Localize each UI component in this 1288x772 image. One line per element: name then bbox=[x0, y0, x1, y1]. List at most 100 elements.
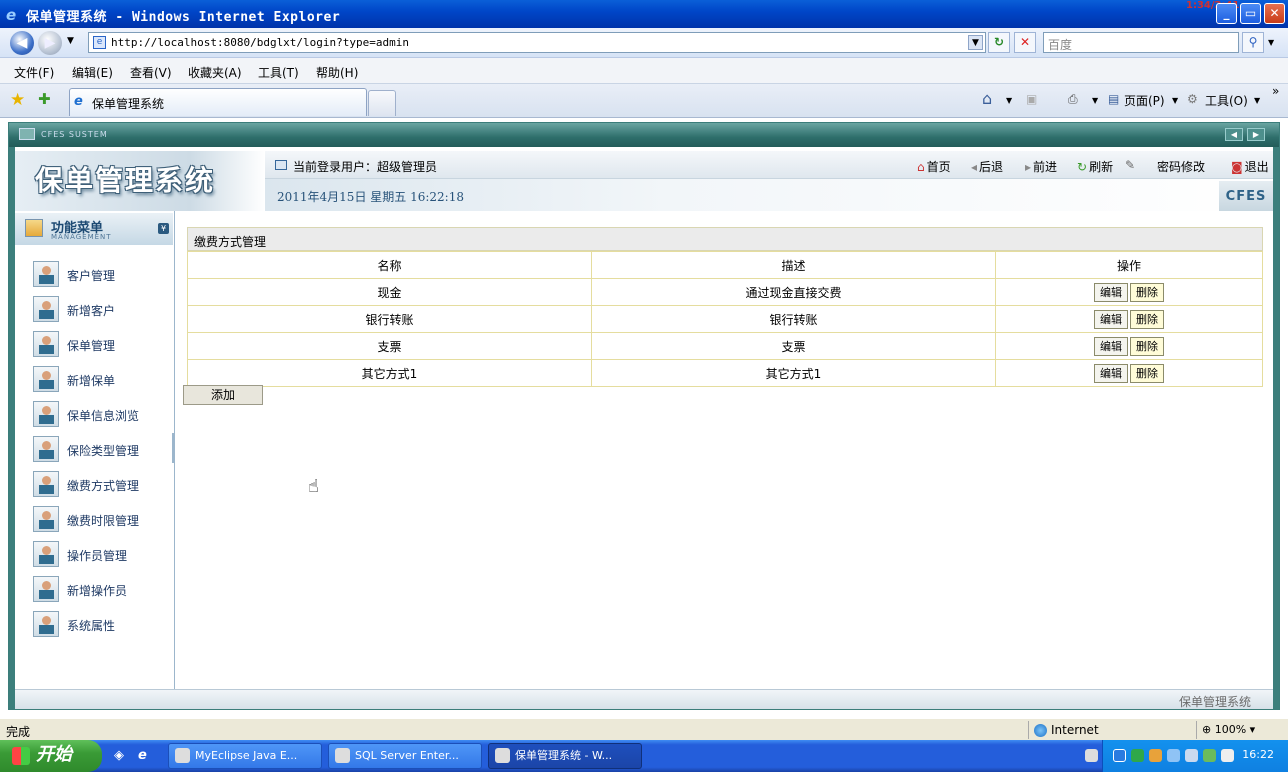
sidebar-item-policy-browse[interactable]: 保单信息浏览 bbox=[33, 401, 173, 429]
start-button[interactable]: 开始 bbox=[0, 740, 102, 772]
ie-window: e 保单管理系统 - Windows Internet Explorer 1:3… bbox=[0, 0, 1288, 772]
footer-text: 保单管理系统 bbox=[1178, 695, 1251, 709]
desktop-quicklaunch-icon[interactable]: ◈ bbox=[114, 748, 130, 764]
menu-box-icon bbox=[25, 219, 43, 237]
gear-icon: ⚙ bbox=[1187, 92, 1198, 106]
nav-home[interactable]: ⌂ 首页 bbox=[917, 158, 951, 175]
menu-edit[interactable]: 编辑(E) bbox=[72, 64, 113, 81]
add-button[interactable]: 添加 bbox=[183, 385, 263, 405]
arrow-right-icon[interactable]: ▶ bbox=[1247, 128, 1265, 141]
user-icon bbox=[33, 611, 59, 637]
address-text: http://localhost:8080/bdglxt/login?type=… bbox=[111, 36, 410, 49]
forward-button[interactable]: ▶ bbox=[38, 31, 62, 55]
nav-refresh[interactable]: ↻ 刷新 bbox=[1077, 158, 1113, 175]
sidebar-item-add-customer[interactable]: 新增客户 bbox=[33, 296, 173, 324]
tray-clock: 16:22 bbox=[1242, 748, 1274, 761]
tray-app-icon[interactable] bbox=[1131, 749, 1144, 762]
sidebar-splitter[interactable] bbox=[172, 433, 175, 463]
edit-button[interactable]: 编辑 bbox=[1094, 336, 1128, 356]
user-icon bbox=[33, 541, 59, 567]
delete-button[interactable]: 删除 bbox=[1130, 309, 1164, 329]
taskbar-item-ie[interactable]: 保单管理系统 - W... bbox=[488, 743, 642, 769]
close-button[interactable]: ✕ bbox=[1264, 3, 1285, 24]
refresh-icon[interactable]: ↻ bbox=[988, 32, 1010, 53]
home-icon[interactable]: ⌂ bbox=[982, 89, 992, 108]
delete-button[interactable]: 删除 bbox=[1130, 282, 1164, 302]
sidebar-item-payment-method[interactable]: 缴费方式管理 bbox=[33, 471, 173, 499]
chevron-left-icon[interactable] bbox=[1113, 749, 1126, 762]
taskbar-item-sqlserver[interactable]: SQL Server Enter... bbox=[328, 743, 482, 769]
address-bar[interactable]: e http://localhost:8080/bdglxt/login?typ… bbox=[88, 32, 986, 53]
address-dropdown-icon[interactable]: ▼ bbox=[968, 35, 983, 50]
logo-area: 保单管理系统 bbox=[15, 151, 265, 211]
nav-back[interactable]: ◂ 后退 bbox=[971, 158, 1003, 175]
menu-view[interactable]: 查看(V) bbox=[130, 64, 172, 81]
sidebar-item-customer-manage[interactable]: 客户管理 bbox=[33, 261, 173, 289]
chevron-more-icon[interactable]: » bbox=[1272, 84, 1279, 98]
page-menu-icon: ▤ bbox=[1108, 92, 1120, 106]
home-dropdown-icon[interactable]: ▼ bbox=[1006, 96, 1012, 105]
arrow-left-icon[interactable]: ◀ bbox=[1225, 128, 1243, 141]
back-button[interactable]: ◀ bbox=[10, 31, 34, 55]
delete-button[interactable]: 删除 bbox=[1130, 336, 1164, 356]
delete-button[interactable]: 删除 bbox=[1130, 363, 1164, 383]
tray-app-icon[interactable] bbox=[1203, 749, 1216, 762]
cell-description: 支票 bbox=[591, 332, 996, 360]
feeds-icon[interactable]: ▣ bbox=[1026, 92, 1037, 106]
nav-forward[interactable]: ▸ 前进 bbox=[1025, 158, 1057, 175]
edit-button[interactable]: 编辑 bbox=[1094, 309, 1128, 329]
edit-button[interactable]: 编辑 bbox=[1094, 363, 1128, 383]
menu-help[interactable]: 帮助(H) bbox=[316, 64, 358, 81]
tray-app-icon[interactable] bbox=[1149, 749, 1162, 762]
cell-actions: 编辑 删除 bbox=[995, 359, 1263, 387]
sidebar-item-insurance-type[interactable]: 保险类型管理 bbox=[33, 436, 173, 464]
zoom-level[interactable]: ⊕ 100% ▾ bbox=[1202, 723, 1255, 736]
ie-quicklaunch-icon[interactable]: e bbox=[138, 748, 154, 764]
print-icon[interactable]: ⎙ bbox=[1068, 92, 1078, 107]
tools-dropdown-icon[interactable]: ▼ bbox=[1254, 96, 1260, 105]
history-dropdown-icon[interactable]: ▼ bbox=[67, 36, 74, 46]
page-menu[interactable]: 页面(P) bbox=[1124, 92, 1165, 109]
maximize-button[interactable]: ▭ bbox=[1240, 3, 1261, 24]
add-favorite-icon[interactable]: ✚ bbox=[38, 90, 51, 108]
tab-active[interactable]: e 保单管理系统 bbox=[69, 88, 367, 116]
nav-change-password[interactable]: 密码修改 bbox=[1157, 158, 1205, 175]
stop-icon[interactable]: ✕ bbox=[1014, 32, 1036, 53]
menu-tools[interactable]: 工具(T) bbox=[258, 64, 299, 81]
favorites-star-icon[interactable]: ★ bbox=[10, 90, 25, 110]
nav-logout[interactable]: ◙ 退出 bbox=[1231, 158, 1269, 175]
sidebar-item-payment-period[interactable]: 缴费时限管理 bbox=[33, 506, 173, 534]
search-input[interactable]: 百度 bbox=[1043, 32, 1239, 53]
network-icon[interactable] bbox=[1185, 749, 1198, 762]
key-icon: ✎ bbox=[1125, 158, 1136, 172]
search-dropdown-icon[interactable]: ▼ bbox=[1268, 38, 1274, 47]
collapse-icon[interactable]: ¥ bbox=[158, 223, 169, 234]
sidebar-item-add-operator[interactable]: 新增操作员 bbox=[33, 576, 173, 604]
title-bar: e 保单管理系统 - Windows Internet Explorer 1:3… bbox=[0, 0, 1288, 28]
panel-title-bar: 缴费方式管理 bbox=[187, 227, 1263, 251]
print-dropdown-icon[interactable]: ▼ bbox=[1092, 96, 1098, 105]
ie-tab-icon: e bbox=[74, 94, 83, 109]
edit-button[interactable]: 编辑 bbox=[1094, 282, 1128, 302]
taskbar-item-myeclipse[interactable]: MyEclipse Java E... bbox=[168, 743, 322, 769]
sidebar-item-operator-manage[interactable]: 操作员管理 bbox=[33, 541, 173, 569]
page-dropdown-icon[interactable]: ▼ bbox=[1172, 96, 1178, 105]
search-icon[interactable]: ⚲ bbox=[1242, 32, 1264, 53]
sidebar-item-policy-manage[interactable]: 保单管理 bbox=[33, 331, 173, 359]
sidebar-item-system-properties[interactable]: 系统属性 bbox=[33, 611, 173, 639]
volume-icon[interactable] bbox=[1221, 749, 1234, 762]
app-header: 保单管理系统 当前登录用户：超级管理员 ⌂ 首页 ◂ 后退 ▸ 前进 ↻ 刷新 ✎ 密码… bbox=[15, 151, 1273, 211]
user-icon bbox=[33, 296, 59, 322]
page-icon: e bbox=[93, 36, 106, 49]
user-icon bbox=[33, 436, 59, 462]
tools-menu[interactable]: 工具(O) bbox=[1205, 92, 1248, 109]
menu-file[interactable]: 文件(F) bbox=[14, 64, 54, 81]
keyboard-icon[interactable] bbox=[1085, 749, 1098, 762]
new-tab-button[interactable] bbox=[368, 90, 396, 116]
tray-app-icon[interactable] bbox=[1167, 749, 1180, 762]
sidebar-item-add-policy[interactable]: 新增保单 bbox=[33, 366, 173, 394]
minimize-button[interactable]: _ bbox=[1216, 3, 1237, 24]
menu-favorites[interactable]: 收藏夹(A) bbox=[188, 64, 242, 81]
app-footer: 保单管理系统 bbox=[15, 689, 1273, 709]
cell-name: 银行转账 bbox=[187, 305, 592, 333]
